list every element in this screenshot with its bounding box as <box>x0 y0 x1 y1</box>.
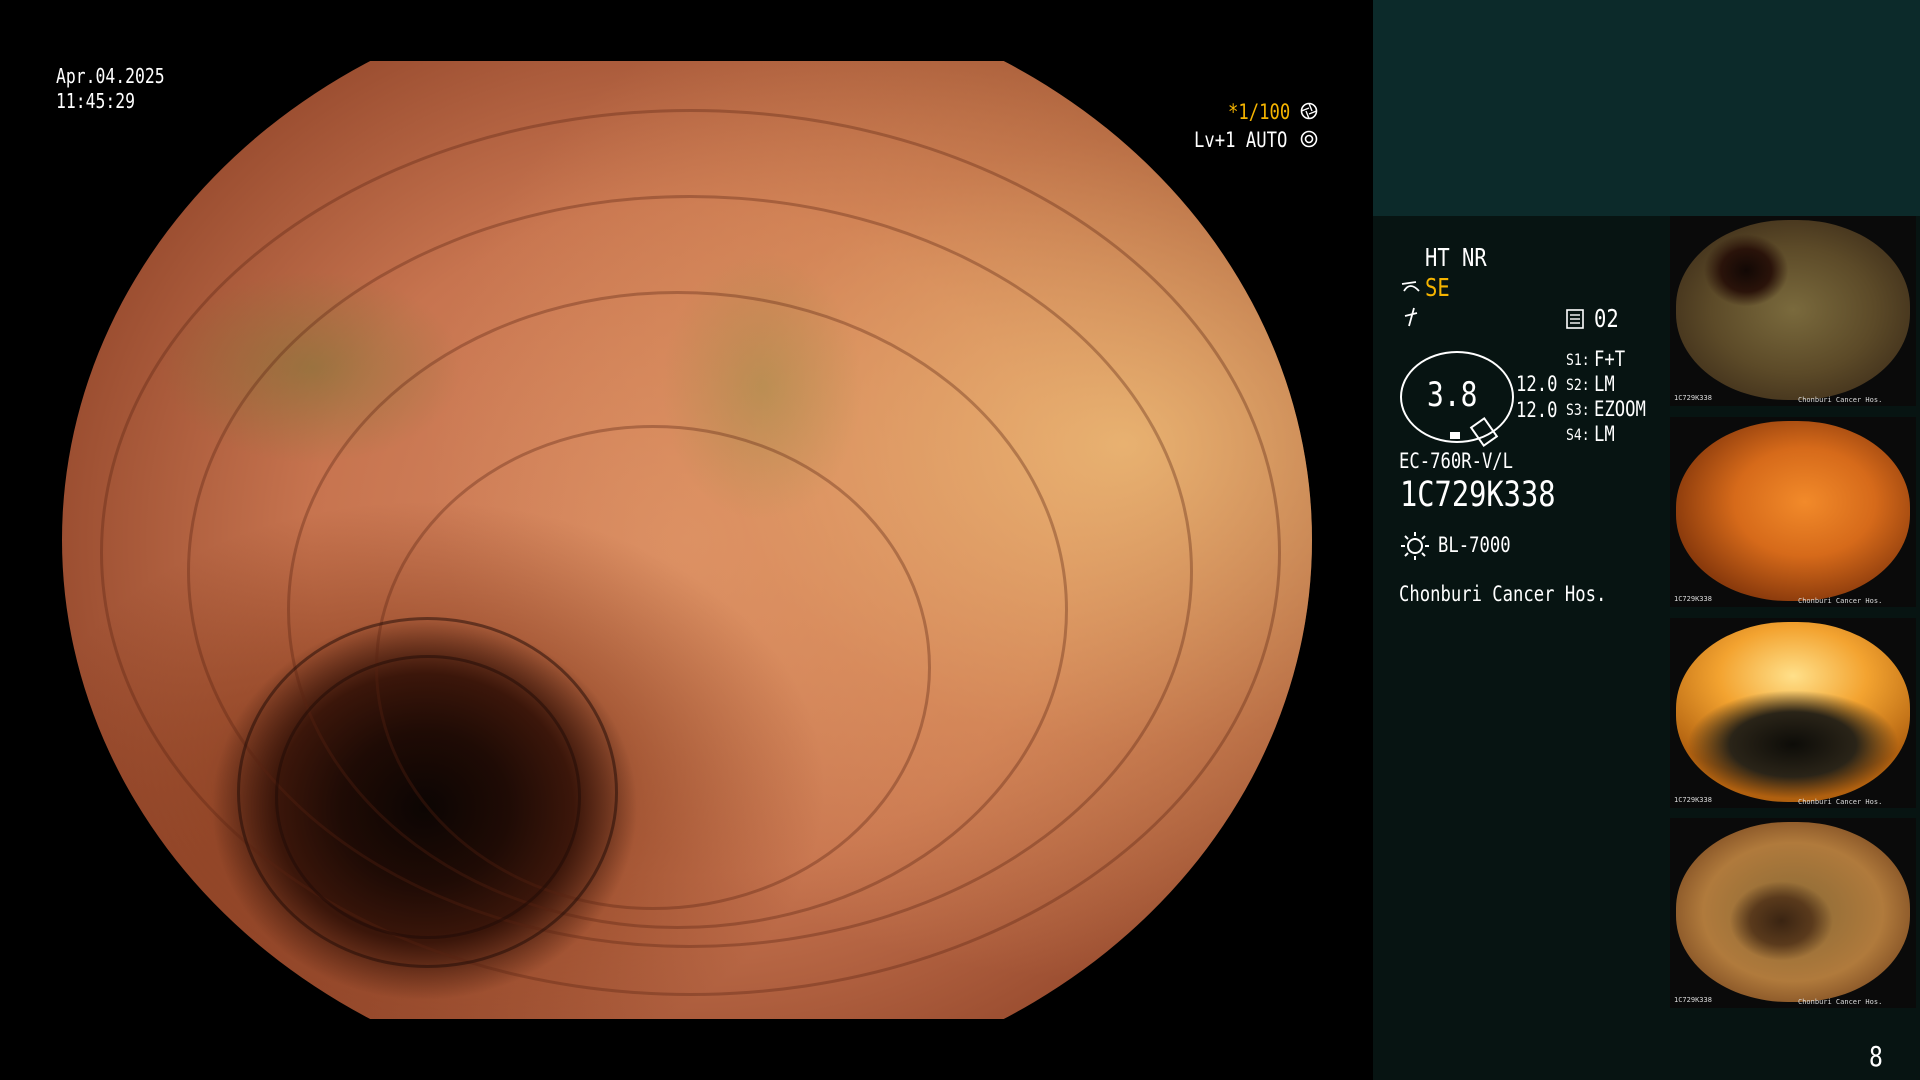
thumbnail-1-image <box>1676 220 1910 400</box>
thumbnail-3-serial: 1C729K338 <box>1674 796 1712 804</box>
switch-4-value: LM <box>1594 422 1615 446</box>
gauge-marker <box>1450 432 1460 439</box>
scope-model: EC-760R-V/L <box>1399 449 1514 473</box>
thumbnail-4-serial: 1C729K338 <box>1674 996 1712 1004</box>
hospital-name: Chonburi Cancer Hos. <box>1399 582 1607 606</box>
switch-2-key: S2: <box>1566 375 1590 394</box>
record-icon <box>1566 309 1584 329</box>
thumbnail-2-hospital: Chonburi Cancer Hos. <box>1798 597 1883 605</box>
thumbnail-2[interactable]: 1C729K338 Chonburi Cancer Hos. <box>1670 417 1916 607</box>
enhancement-label: HT NR <box>1425 243 1487 272</box>
lamp-icon <box>1401 532 1429 560</box>
iris-icon <box>1300 130 1318 148</box>
switch-2-value: LM <box>1594 372 1615 396</box>
thumbnail-4-image <box>1676 822 1910 1002</box>
record-count: 02 <box>1594 304 1619 333</box>
thumbnail-3[interactable]: 1C729K338 Chonburi Cancer Hos. <box>1670 618 1916 808</box>
light-source: BL-7000 <box>1438 533 1511 557</box>
gauge-value: 3.8 <box>1427 375 1478 415</box>
exam-time: 11:45:29 <box>56 89 135 113</box>
level-mode: Lv+1 AUTO <box>1194 128 1288 152</box>
aperture-icon <box>1300 102 1318 120</box>
scope-serial: 1C729K338 <box>1400 475 1556 515</box>
thumbnail-3-image <box>1676 622 1910 802</box>
thumbnail-1-serial: 1C729K338 <box>1674 394 1712 402</box>
thumbnail-3-hospital: Chonburi Cancer Hos. <box>1798 798 1883 806</box>
thumbnail-1-hospital: Chonburi Cancer Hos. <box>1798 396 1883 404</box>
switch-3-key: S3: <box>1566 400 1590 419</box>
switch-1-value: F+T <box>1594 347 1626 371</box>
thumbnail-2-image <box>1676 421 1910 601</box>
shutter-speed: *1/100 <box>1228 100 1291 124</box>
switch-1-key: S1: <box>1566 350 1590 369</box>
exam-date: Apr.04.2025 <box>56 64 165 88</box>
thumbnail-1[interactable]: 1C729K338 Chonburi Cancer Hos. <box>1670 216 1916 406</box>
mode-label: SE <box>1425 273 1450 302</box>
scope-icon <box>1401 281 1420 292</box>
lightning-icon <box>1404 307 1418 327</box>
status-panel-header-block <box>1373 0 1920 216</box>
endoscopy-main-view <box>62 61 1312 1019</box>
thumbnail-4[interactable]: 1C729K338 Chonburi Cancer Hos. <box>1670 818 1916 1008</box>
thumbnail-4-hospital: Chonburi Cancer Hos. <box>1798 998 1883 1006</box>
page-number: 8 <box>1869 1040 1883 1073</box>
parameter-value-1: 12.0 <box>1516 372 1558 396</box>
switch-3-value: EZOOM <box>1594 397 1646 421</box>
switch-4-key: S4: <box>1566 425 1590 444</box>
thumbnail-2-serial: 1C729K338 <box>1674 595 1712 603</box>
parameter-value-2: 12.0 <box>1516 398 1558 422</box>
